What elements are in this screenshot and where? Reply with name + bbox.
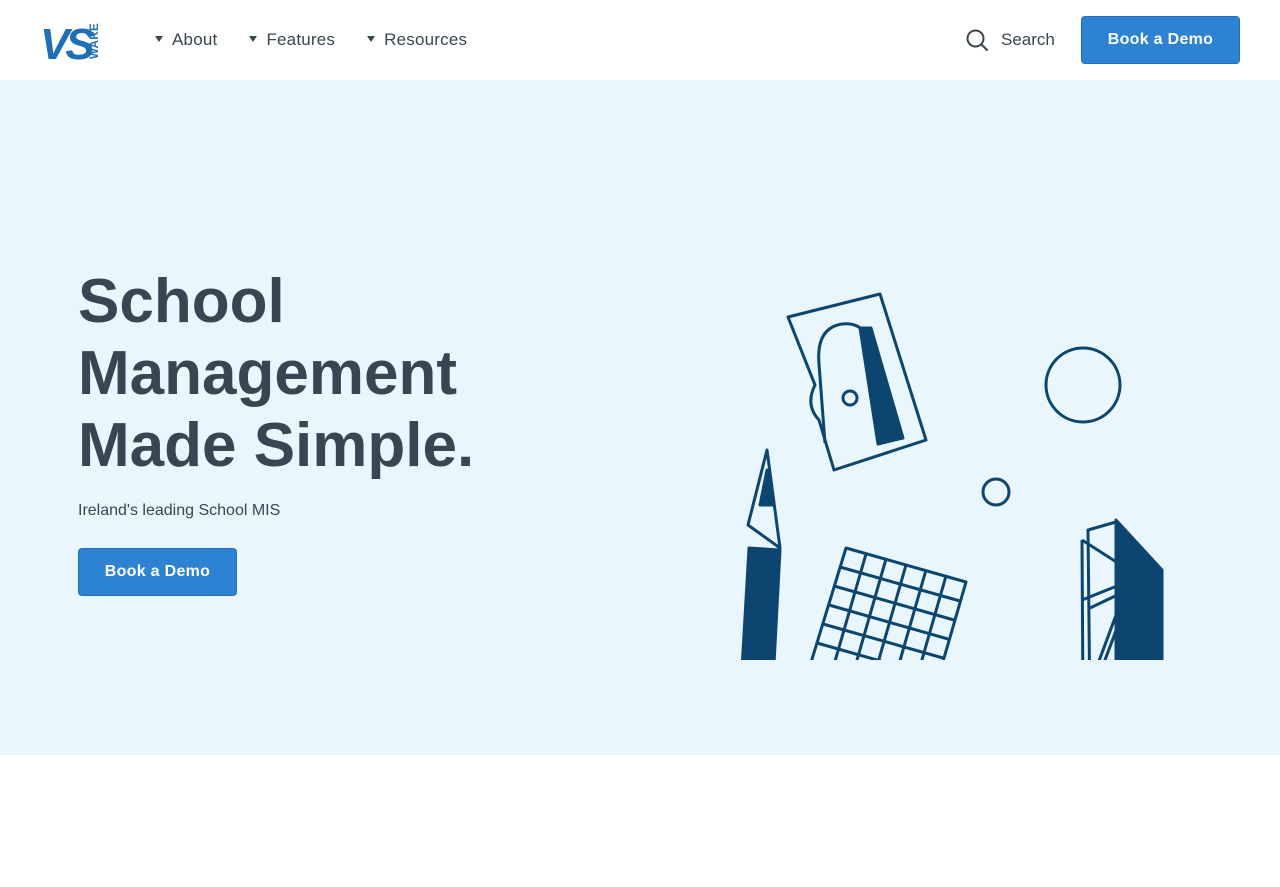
logo-suffix: WARE xyxy=(89,23,101,59)
search-label: Search xyxy=(1001,30,1055,49)
book-demo-button-hero[interactable]: Book a Demo xyxy=(78,548,237,596)
nav-label-about: About xyxy=(172,30,218,49)
school-supplies-illustration xyxy=(741,292,1164,660)
hero-section: School Management Made Simple. Ireland's… xyxy=(0,80,1280,754)
pencil-icon xyxy=(741,448,782,660)
book-icon xyxy=(1080,518,1164,660)
sharpener-icon xyxy=(786,292,928,472)
hero-headline: School Management Made Simple. xyxy=(78,266,474,482)
hero-subtitle: Ireland's leading School MIS xyxy=(78,502,281,519)
circle-shape xyxy=(981,477,1011,507)
circle-shape xyxy=(1044,346,1122,424)
nav-label-resources: Resources xyxy=(384,30,468,49)
headline-line: Made Simple. xyxy=(78,411,475,480)
nav-item-about[interactable]: About xyxy=(155,30,217,50)
book-demo-button-header[interactable]: Book a Demo xyxy=(1081,16,1240,64)
nav-item-features[interactable]: Features xyxy=(249,30,335,50)
section-divider xyxy=(0,754,1280,755)
caret-down-icon xyxy=(249,36,258,42)
caret-down-icon xyxy=(367,36,376,42)
search-icon xyxy=(966,29,988,51)
nav-item-resources[interactable]: Resources xyxy=(367,30,467,50)
headline-line: School xyxy=(78,267,285,336)
vsware-logo[interactable]: VS WARE xyxy=(40,19,102,61)
caret-down-icon xyxy=(155,36,163,42)
grid-notebook-icon xyxy=(810,546,968,660)
main-nav: About Features Resources xyxy=(155,0,499,80)
headline-line: Management xyxy=(78,339,457,408)
logo-mark: VS xyxy=(40,20,94,61)
nav-label-features: Features xyxy=(266,30,336,49)
site-header: VS WARE About Features Resources Search … xyxy=(0,0,1280,80)
search-button[interactable]: Search xyxy=(965,27,1055,53)
